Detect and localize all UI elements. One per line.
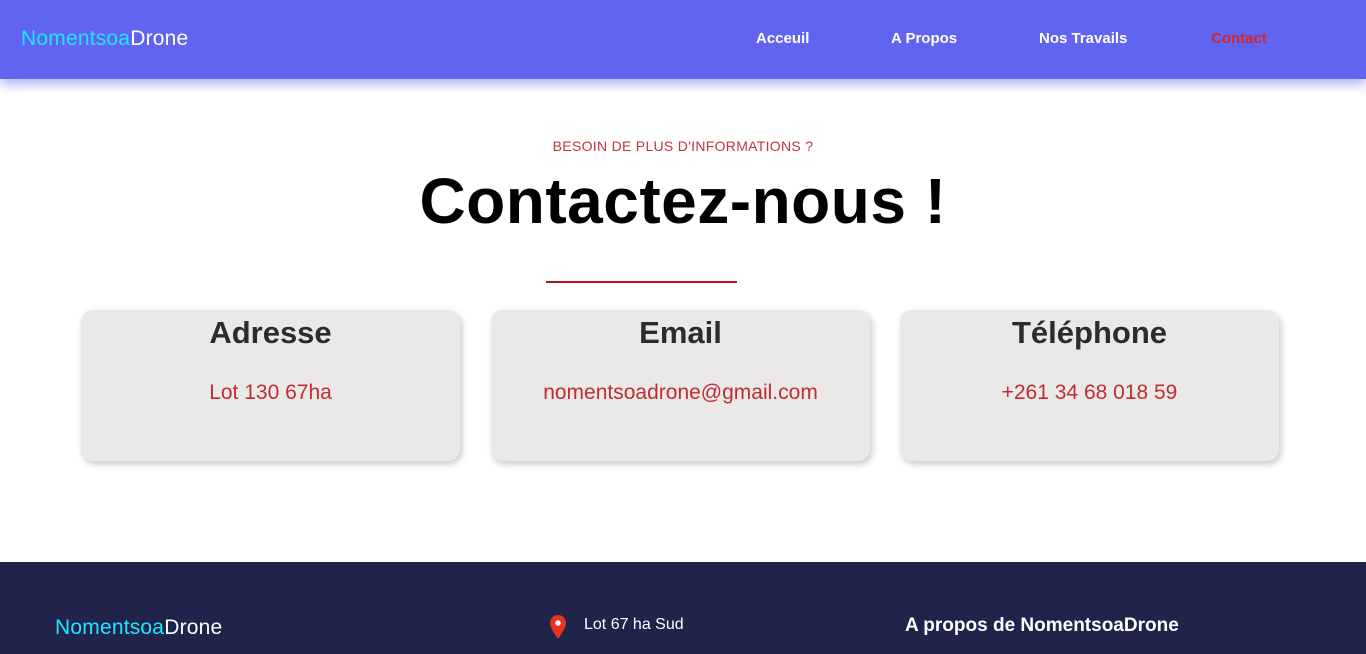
address-card: Adresse Lot 130 67ha	[81, 310, 460, 461]
email-card: Email nomentsoadrone@gmail.com	[491, 310, 870, 461]
email-card-title: Email	[639, 315, 722, 350]
address-card-value: Lot 130 67ha	[209, 381, 332, 404]
footer-about-heading: A propos de NomentsoaDrone	[905, 615, 1179, 636]
brand-logo[interactable]: NomentsoaDrone	[21, 27, 188, 51]
footer-address: Lot 67 ha Sud	[584, 616, 684, 633]
map-pin-icon	[550, 615, 566, 639]
phone-card-title: Téléphone	[1011, 315, 1167, 350]
brand-name-part2: Drone	[130, 27, 189, 50]
nav-link-contact[interactable]: Contact	[1211, 30, 1267, 47]
phone-link[interactable]: +261 34 68 018 59	[900, 381, 1279, 405]
top-navbar: NomentsoaDrone Acceuil A Propos Nos Trav…	[0, 0, 1366, 79]
footer-brand-part2: Drone	[164, 616, 223, 639]
brand-name-part1: Nomentsoa	[21, 27, 131, 50]
address-card-title: Adresse	[209, 315, 332, 350]
email-link[interactable]: nomentsoadrone@gmail.com	[491, 381, 870, 405]
title-divider	[546, 281, 737, 283]
nav-link-acceuil[interactable]: Acceuil	[756, 30, 809, 47]
section-eyebrow: BESOIN DE PLUS D'INFORMATIONS ?	[0, 138, 1366, 154]
nav-link-a-propos[interactable]: A Propos	[891, 30, 957, 47]
site-footer	[0, 562, 1366, 654]
phone-card: Téléphone +261 34 68 018 59	[900, 310, 1279, 461]
page-title: Contactez-nous !	[419, 165, 947, 237]
footer-brand-logo[interactable]: NomentsoaDrone	[55, 616, 222, 640]
footer-brand-part1: Nomentsoa	[55, 616, 165, 639]
eyebrow-text: BESOIN DE PLUS D'INFORMATIONS ?	[552, 138, 814, 154]
nav-link-nos-travails[interactable]: Nos Travails	[1039, 30, 1127, 47]
